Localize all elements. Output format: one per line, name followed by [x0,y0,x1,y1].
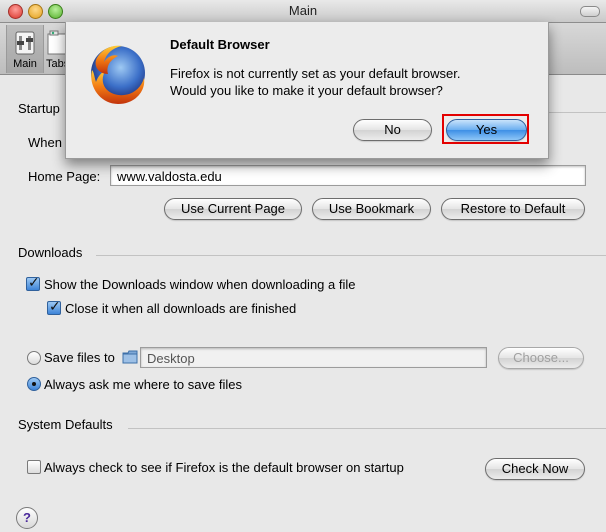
save-files-to-radio[interactable] [27,351,41,365]
close-when-done-label: Close it when all downloads are finished [65,301,297,316]
choose-folder-button[interactable]: Choose... [498,347,584,369]
always-check-default-label: Always check to see if Firefox is the de… [44,460,404,475]
show-downloads-checkbox[interactable] [26,274,40,291]
window-titlebar: Main [0,0,606,23]
startup-divider [545,112,606,113]
use-bookmark-button[interactable]: Use Bookmark [312,198,431,220]
no-button[interactable]: No [353,119,432,141]
downloads-section-label: Downloads [18,245,83,260]
close-when-done-checkbox[interactable] [47,298,61,315]
system-defaults-section-label: System Defaults [18,417,113,432]
when-label: When [28,135,62,150]
default-browser-dialog: Default Browser Firefox is not currently… [65,22,549,159]
toolbar-item-tabs[interactable]: Tabs [46,25,70,73]
toolbar-item-label: Tabs [46,58,70,70]
downloads-divider [96,255,606,256]
startup-section-label: Startup [18,101,60,116]
home-page-label: Home Page: [28,169,101,184]
dialog-message-line1: Firefox is not currently set as your def… [170,66,461,81]
folder-icon [122,350,138,364]
show-downloads-label: Show the Downloads window when downloadi… [44,277,356,292]
toolbar-toggle-button[interactable] [580,6,600,17]
home-page-input[interactable]: www.valdosta.edu [110,165,586,186]
save-files-to-label: Save files to [44,350,115,365]
firefox-logo-icon [91,45,145,104]
system-defaults-divider [128,428,606,429]
check-now-button[interactable]: Check Now [485,458,585,480]
always-check-default-checkbox[interactable] [27,460,41,474]
use-current-page-button[interactable]: Use Current Page [164,198,302,220]
toolbar-item-main[interactable]: Main [6,25,44,73]
dialog-title: Default Browser [170,37,270,52]
always-ask-radio[interactable] [27,377,41,391]
toolbar-item-label: Main [13,58,37,70]
window-title: Main [288,3,318,18]
always-ask-label: Always ask me where to save files [44,377,242,392]
dialog-message-line2: Would you like to make it your default b… [170,83,443,98]
save-location-field: Desktop [140,347,487,368]
yes-button[interactable]: Yes [446,119,527,141]
tabs-icon [47,30,67,55]
restore-default-button[interactable]: Restore to Default [441,198,585,220]
main-switch-icon [15,31,35,55]
help-button[interactable]: ? [16,507,38,529]
